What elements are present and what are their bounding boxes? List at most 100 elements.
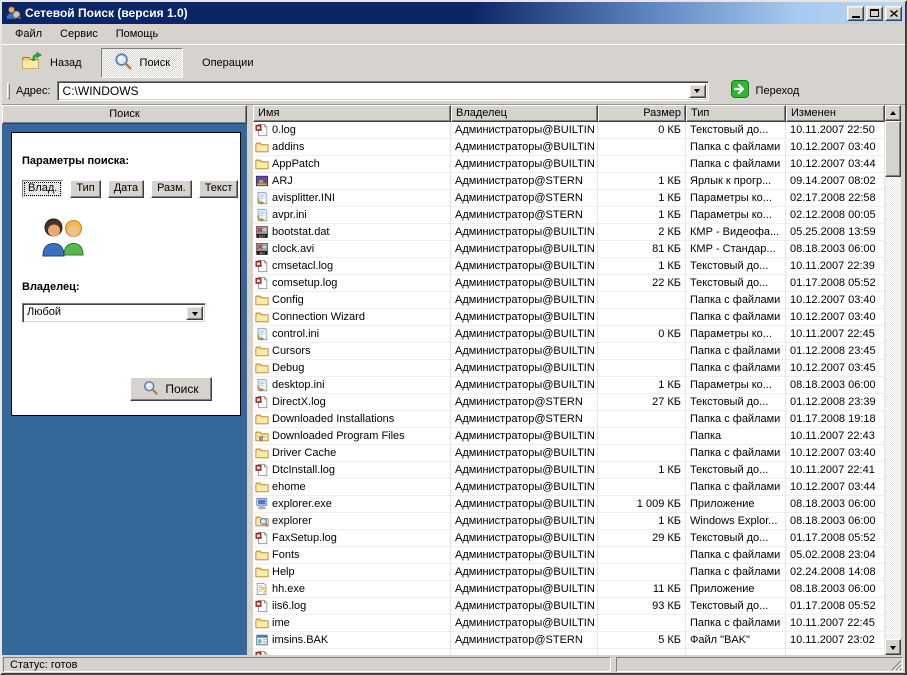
filter-button[interactable]: Дата bbox=[108, 180, 144, 198]
ini-file-icon bbox=[255, 327, 269, 341]
table-row[interactable]: CursorsАдминистраторы@BUILTINПапка с фай… bbox=[253, 343, 885, 360]
table-cell: Папка bbox=[686, 428, 786, 445]
table-row[interactable] bbox=[253, 649, 885, 655]
table-cell: 29 КБ bbox=[598, 530, 686, 547]
table-row[interactable]: explorer.exeАдминистраторы@BUILTIN1 009 … bbox=[253, 496, 885, 513]
table-cell: 01.17.2008 05:52 bbox=[786, 275, 885, 292]
search-toggle-button[interactable]: Поиск bbox=[101, 48, 183, 78]
filter-button[interactable]: Влад. bbox=[22, 180, 63, 198]
table-row[interactable]: AppPatchАдминистраторы@BUILTINПапка с фа… bbox=[253, 156, 885, 173]
log-file-icon bbox=[255, 463, 269, 477]
table-body: 0.logАдминистраторы@BUILTIN0 КБТекстовый… bbox=[253, 122, 885, 655]
filter-buttons-row: Влад.ТипДатаРазм.Текст bbox=[22, 180, 230, 198]
table-row[interactable]: imsins.BAKАдминистратор@STERN5 КБФайл "B… bbox=[253, 632, 885, 649]
table-row[interactable]: ConfigАдминистраторы@BUILTINПапка с файл… bbox=[253, 292, 885, 309]
table-row[interactable]: imeАдминистраторы@BUILTINПапка с файлами… bbox=[253, 615, 885, 632]
table-row[interactable]: comsetup.logАдминистраторы@BUILTIN22 КБТ… bbox=[253, 275, 885, 292]
table-cell: DirectX.log bbox=[253, 394, 451, 411]
close-button[interactable] bbox=[885, 6, 902, 21]
table-cell: Help bbox=[253, 564, 451, 581]
filter-button[interactable]: Текст bbox=[199, 180, 239, 198]
menu-item[interactable]: Помощь bbox=[107, 25, 168, 43]
minimize-button[interactable] bbox=[847, 6, 864, 21]
table-row[interactable]: addinsАдминистраторы@BUILTINПапка с файл… bbox=[253, 139, 885, 156]
scrollbar-thumb[interactable] bbox=[885, 121, 901, 177]
table-row[interactable]: FontsАдминистраторы@BUILTINПапка с файла… bbox=[253, 547, 885, 564]
table-cell: cmsetacl.log bbox=[253, 258, 451, 275]
scrollbar-track[interactable] bbox=[885, 177, 901, 639]
maximize-icon bbox=[870, 9, 879, 17]
table-cell: 1 КБ bbox=[598, 207, 686, 224]
maximize-button[interactable] bbox=[866, 6, 883, 21]
svg-text:DAT: DAT bbox=[259, 234, 265, 238]
table-cell bbox=[451, 649, 598, 655]
address-bar: Адрес: C:\WINDOWS Переход bbox=[2, 80, 905, 104]
resize-grip-icon[interactable] bbox=[889, 658, 902, 671]
table-row[interactable]: 0.logАдминистраторы@BUILTIN0 КБТекстовый… bbox=[253, 122, 885, 139]
table-row[interactable]: explorerАдминистраторы@BUILTIN1 КБWindow… bbox=[253, 513, 885, 530]
table-row[interactable]: eDownloaded Program FilesАдминистраторы@… bbox=[253, 428, 885, 445]
filter-button[interactable]: Разм. bbox=[151, 180, 192, 198]
table-cell: ehome bbox=[253, 479, 451, 496]
table-cell: 22 КБ bbox=[598, 275, 686, 292]
scroll-up-button[interactable] bbox=[885, 105, 901, 121]
column-header[interactable]: Изменен bbox=[786, 105, 885, 122]
back-button[interactable]: Назад bbox=[8, 48, 95, 78]
vertical-scrollbar[interactable] bbox=[885, 105, 901, 655]
toolbar-grip[interactable] bbox=[7, 83, 10, 99]
owner-dropdown-button[interactable] bbox=[186, 306, 203, 320]
table-cell: 1 КБ bbox=[598, 173, 686, 190]
address-combobox[interactable]: C:\WINDOWS bbox=[57, 81, 709, 101]
table-row[interactable]: HelpАдминистраторы@BUILTINПапка с файлам… bbox=[253, 564, 885, 581]
column-header[interactable]: Имя bbox=[253, 105, 451, 122]
table-row[interactable]: Downloaded InstallationsАдминистратор@ST… bbox=[253, 411, 885, 428]
table-cell bbox=[253, 649, 451, 655]
table-row[interactable]: iis6.logАдминистраторы@BUILTIN93 КБТекст… bbox=[253, 598, 885, 615]
scroll-down-button[interactable] bbox=[885, 639, 901, 655]
column-header[interactable]: Владелец bbox=[451, 105, 598, 122]
table-row[interactable]: DATbootstat.datАдминистраторы@BUILTIN2 К… bbox=[253, 224, 885, 241]
table-row[interactable]: DirectX.logАдминистратор@STERN27 КБТекст… bbox=[253, 394, 885, 411]
owner-value[interactable]: Любой bbox=[23, 304, 184, 322]
table-row[interactable]: cmsetacl.logАдминистраторы@BUILTIN1 КБТе… bbox=[253, 258, 885, 275]
column-header[interactable]: Тип bbox=[686, 105, 786, 122]
address-value[interactable]: C:\WINDOWS bbox=[58, 82, 687, 100]
table-cell bbox=[598, 547, 686, 564]
table-cell: Администраторы@BUILTIN bbox=[451, 258, 598, 275]
operations-button[interactable]: Операции bbox=[189, 48, 266, 78]
table-cell: Администраторы@BUILTIN bbox=[451, 496, 598, 513]
table-row[interactable]: Connection WizardАдминистраторы@BUILTINП… bbox=[253, 309, 885, 326]
go-button[interactable]: Переход bbox=[723, 78, 808, 103]
table-cell: 0.log bbox=[253, 122, 451, 139]
folder-icon bbox=[255, 565, 269, 579]
menu-item[interactable]: Сервис bbox=[51, 25, 107, 43]
table-row[interactable]: AVIclock.aviАдминистраторы@BUILTIN81 КБК… bbox=[253, 241, 885, 258]
table-row[interactable]: desktop.iniАдминистраторы@BUILTIN1 КБПар… bbox=[253, 377, 885, 394]
search-button[interactable]: Поиск bbox=[130, 377, 212, 401]
owner-combobox[interactable]: Любой bbox=[22, 303, 206, 323]
address-dropdown-button[interactable] bbox=[689, 84, 706, 98]
table-row[interactable]: FaxSetup.logАдминистраторы@BUILTIN29 КБТ… bbox=[253, 530, 885, 547]
kmp-dat-file-icon: DAT bbox=[255, 225, 269, 239]
table-row[interactable]: MARJАдминистратор@STERN1 КБЯрлык к прогр… bbox=[253, 173, 885, 190]
table-cell: 10.12.2007 03:44 bbox=[786, 156, 885, 173]
log-file-icon bbox=[255, 123, 269, 137]
table-row[interactable]: ehomeАдминистраторы@BUILTINПапка с файла… bbox=[253, 479, 885, 496]
column-header[interactable]: Размер bbox=[598, 105, 686, 122]
menu-item[interactable]: Файл bbox=[6, 25, 51, 43]
filter-button[interactable]: Тип bbox=[70, 180, 100, 198]
table-cell: 81 КБ bbox=[598, 241, 686, 258]
table-row[interactable]: ?hh.exeАдминистраторы@BUILTIN11 КБПрилож… bbox=[253, 581, 885, 598]
table-cell: AVIclock.avi bbox=[253, 241, 451, 258]
table-cell bbox=[598, 649, 686, 655]
table-cell: 10.12.2007 03:40 bbox=[786, 309, 885, 326]
table-row[interactable]: avisplitter.INIАдминистратор@STERN1 КБПа… bbox=[253, 190, 885, 207]
app-window: Сетевой Поиск (версия 1.0) ФайлСервисПом… bbox=[0, 0, 907, 675]
title-bar: Сетевой Поиск (версия 1.0) bbox=[2, 2, 905, 24]
table-row[interactable]: avpr.iniАдминистратор@STERN1 КБПараметры… bbox=[253, 207, 885, 224]
table-row[interactable]: DebugАдминистраторы@BUILTINПапка с файла… bbox=[253, 360, 885, 377]
table-row[interactable]: Driver CacheАдминистраторы@BUILTINПапка … bbox=[253, 445, 885, 462]
table-cell: DtcInstall.log bbox=[253, 462, 451, 479]
table-row[interactable]: DtcInstall.logАдминистраторы@BUILTIN1 КБ… bbox=[253, 462, 885, 479]
table-row[interactable]: control.iniАдминистраторы@BUILTIN0 КБПар… bbox=[253, 326, 885, 343]
